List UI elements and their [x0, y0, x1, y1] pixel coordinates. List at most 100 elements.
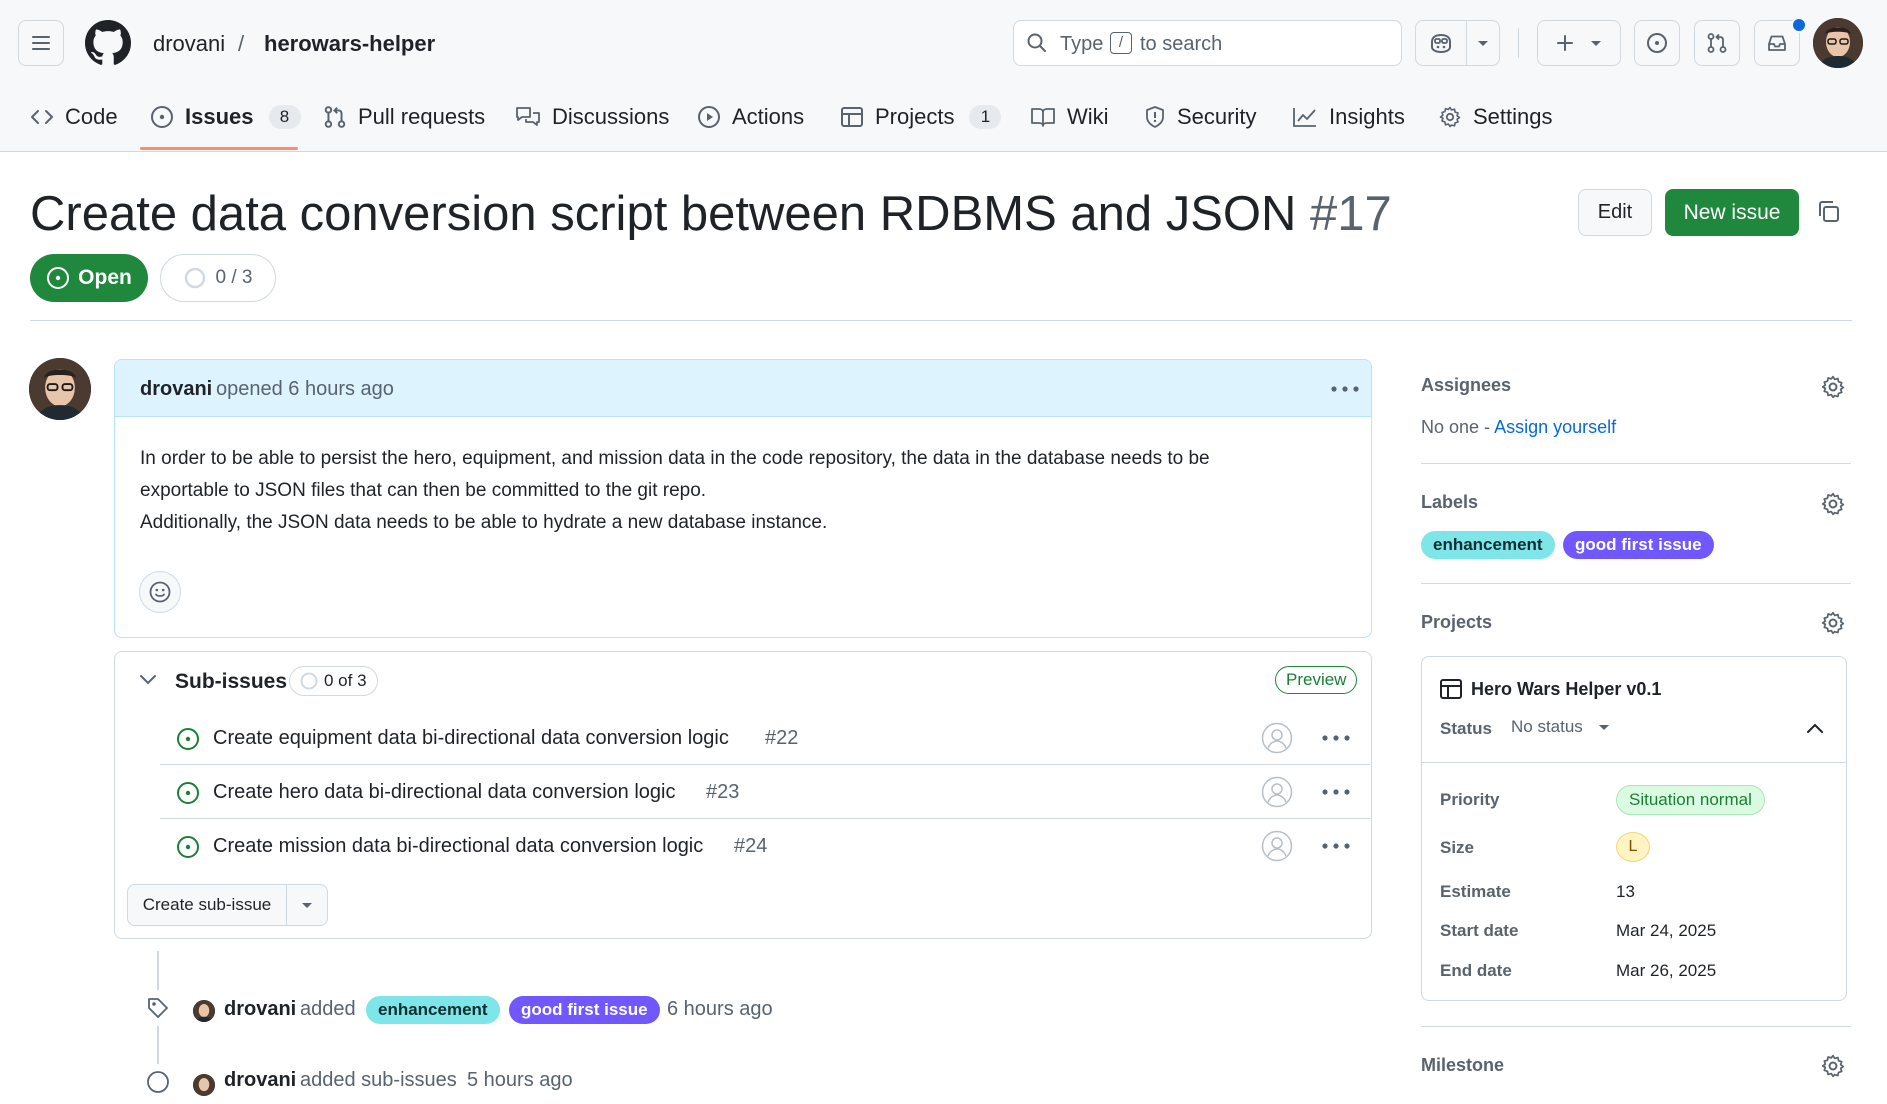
create-subissue-button[interactable]: Create sub-issue: [127, 884, 287, 926]
search-input[interactable]: Type / to search: [1013, 20, 1402, 66]
assignee-placeholder-icon[interactable]: [1261, 830, 1293, 862]
subissue-row[interactable]: Create hero data bi-directional data con…: [160, 765, 1370, 819]
subissue-title[interactable]: Create hero data bi-directional data con…: [213, 781, 676, 804]
user-avatar[interactable]: [1813, 18, 1863, 68]
subissue-title[interactable]: Create mission data bi-directional data …: [213, 835, 703, 858]
project-name[interactable]: Hero Wars Helper v0.1: [1471, 679, 1661, 700]
copilot-button[interactable]: [1415, 20, 1467, 66]
assignees-none-text: No one -: [1421, 417, 1491, 437]
caret-down-icon: [1478, 41, 1488, 46]
gear-icon[interactable]: [1820, 491, 1846, 517]
owner-link[interactable]: drovani: [153, 31, 225, 57]
assignee-placeholder-icon[interactable]: [1261, 722, 1293, 754]
caret-down-icon: [1591, 41, 1601, 46]
hamburger-menu-button[interactable]: [18, 20, 64, 66]
chevron-down-icon[interactable]: [139, 674, 157, 686]
tag-icon-badge: [140, 990, 176, 1026]
tab-security[interactable]: Security: [1144, 100, 1256, 134]
copy-icon[interactable]: [1816, 199, 1842, 225]
label-enhancement[interactable]: enhancement: [1421, 531, 1555, 559]
projects-count: 1: [969, 105, 1002, 129]
subissue-title[interactable]: Create equipment data bi-directional dat…: [213, 727, 729, 750]
menu-icon: [32, 36, 50, 50]
create-new-button[interactable]: [1537, 20, 1621, 66]
gear-icon[interactable]: [1820, 374, 1846, 400]
author-avatar[interactable]: [29, 358, 91, 420]
comment-author[interactable]: drovani: [140, 378, 212, 401]
event-author-avatar[interactable]: [193, 1000, 215, 1022]
field-estimate-value[interactable]: 13: [1616, 882, 1635, 902]
event-author-avatar-image: [193, 1000, 215, 1022]
tab-issues[interactable]: Issues 8: [150, 100, 301, 134]
project-status-select[interactable]: No status: [1511, 717, 1611, 737]
create-subissue-dropdown[interactable]: [286, 884, 328, 926]
kebab-menu-icon[interactable]: [1322, 843, 1350, 849]
tab-settings[interactable]: Settings: [1438, 100, 1553, 134]
tab-security-label: Security: [1177, 104, 1257, 129]
project-status-value: No status: [1511, 717, 1583, 736]
edit-button[interactable]: Edit: [1578, 189, 1652, 236]
tab-pull-requests[interactable]: Pull requests: [323, 100, 485, 134]
field-size-value[interactable]: L: [1616, 832, 1650, 862]
gear-icon[interactable]: [1820, 610, 1846, 636]
code-icon: [31, 110, 53, 124]
kebab-menu-icon[interactable]: [1322, 789, 1350, 795]
tab-discussions[interactable]: Discussions: [515, 100, 669, 134]
gear-icon[interactable]: [1820, 1053, 1846, 1079]
labels-title[interactable]: Labels: [1421, 492, 1478, 513]
assign-yourself-link[interactable]: Assign yourself: [1494, 417, 1616, 437]
github-logo-icon[interactable]: [85, 20, 131, 66]
tab-actions[interactable]: Actions: [697, 100, 804, 134]
tab-code[interactable]: Code: [30, 100, 118, 134]
pull-requests-shortcut-button[interactable]: [1694, 20, 1740, 66]
label-good-first-issue[interactable]: good first issue: [1563, 531, 1714, 559]
assignees-title[interactable]: Assignees: [1421, 375, 1511, 396]
chevron-up-icon[interactable]: [1806, 722, 1824, 734]
issue-tracks-icon: [147, 1071, 169, 1093]
event-time[interactable]: 6 hours ago: [667, 998, 773, 1021]
shield-icon: [1146, 106, 1164, 128]
event-author[interactable]: drovani: [224, 998, 296, 1021]
event-label-good-first-issue[interactable]: good first issue: [509, 996, 660, 1024]
subissues-progress-badge: 0 of 3: [289, 666, 378, 696]
kebab-menu-icon[interactable]: [1331, 386, 1359, 392]
tab-projects[interactable]: Projects 1: [840, 100, 1002, 134]
issues-shortcut-button[interactable]: [1634, 20, 1680, 66]
issue-opened-icon: [177, 728, 199, 750]
tab-wiki[interactable]: Wiki: [1030, 100, 1109, 134]
subissues-title: Sub-issues: [175, 670, 288, 693]
issue-opened-icon: [177, 836, 199, 858]
author-avatar-image: [29, 358, 91, 420]
copilot-dropdown-button[interactable]: [1466, 20, 1500, 66]
event-label-enhancement[interactable]: enhancement: [366, 996, 500, 1024]
search-icon: [1027, 33, 1046, 52]
slash-key: /: [1110, 32, 1132, 54]
plus-icon: [1557, 35, 1573, 51]
repo-link[interactable]: herowars-helper: [264, 31, 435, 57]
comment-meta[interactable]: opened 6 hours ago: [216, 378, 394, 401]
comment-line: Additionally, the JSON data needs to be …: [140, 512, 828, 533]
milestone-title[interactable]: Milestone: [1421, 1055, 1504, 1076]
gear-icon: [1439, 106, 1461, 128]
event-author-avatar[interactable]: [193, 1074, 215, 1096]
projects-title[interactable]: Projects: [1421, 612, 1492, 633]
subissue-row[interactable]: Create mission data bi-directional data …: [160, 819, 1370, 873]
subissue-row[interactable]: Create equipment data bi-directional dat…: [160, 711, 1370, 765]
tag-icon: [148, 998, 168, 1018]
field-start-date-value[interactable]: Mar 24, 2025: [1616, 921, 1716, 941]
issue-title: Create data conversion script between RD…: [30, 186, 1392, 242]
comment-header: drovani opened 6 hours ago: [115, 360, 1371, 417]
subissue-progress-badge[interactable]: 0 / 3: [160, 254, 276, 302]
assignee-placeholder-icon[interactable]: [1261, 776, 1293, 808]
event-time[interactable]: 5 hours ago: [467, 1069, 573, 1092]
add-reaction-button[interactable]: [139, 571, 181, 613]
tab-insights[interactable]: Insights: [1292, 100, 1405, 134]
issue-opened-icon: [177, 782, 199, 804]
new-issue-button[interactable]: New issue: [1665, 189, 1799, 236]
field-priority-value[interactable]: Situation normal: [1616, 785, 1765, 815]
copilot-icon: [1431, 33, 1451, 54]
field-end-date-value[interactable]: Mar 26, 2025: [1616, 961, 1716, 981]
repo-header: drovani / herowars-helper Type / to sear…: [0, 0, 1887, 152]
kebab-menu-icon[interactable]: [1322, 735, 1350, 741]
event-author[interactable]: drovani: [224, 1069, 296, 1092]
